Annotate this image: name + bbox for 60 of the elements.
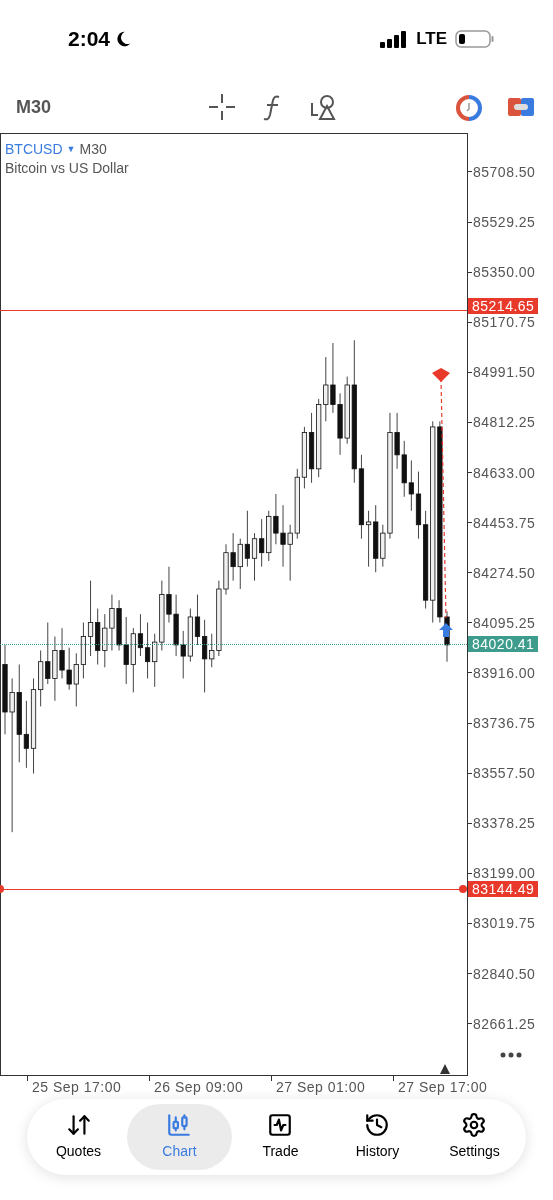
time-label: 26 Sep 09:00 [154, 1078, 244, 1097]
candlestick [259, 518, 265, 568]
network-label: LTE [416, 28, 447, 51]
price-label: 84812.25 [473, 414, 536, 431]
clock-circle-icon[interactable] [455, 94, 483, 122]
up-arrow-icon [439, 623, 453, 637]
price-label: 84274.50 [473, 564, 536, 581]
signal-icon [380, 30, 409, 48]
nav-tab[interactable]: Quotes [30, 1104, 127, 1170]
history-icon [364, 1112, 391, 1138]
nav-tab[interactable]: Settings [426, 1104, 523, 1170]
candlestick-icon [166, 1112, 193, 1138]
price-tag: 84020.41 [468, 635, 539, 652]
price-label: 82840.50 [473, 965, 536, 982]
more-icon[interactable] [500, 1052, 522, 1058]
timeframe-button[interactable]: M30 [16, 94, 51, 121]
nav-tab[interactable]: History [328, 1104, 426, 1170]
settings-icon [461, 1112, 488, 1138]
price-label: 83019.75 [473, 915, 536, 932]
nav-tab[interactable]: Chart [127, 1104, 232, 1170]
price-tag: 85214.65 [468, 298, 539, 315]
price-label: 84991.50 [473, 364, 536, 381]
candlestick [144, 622, 151, 679]
price-label: 82661.25 [473, 1015, 536, 1032]
time-label: 27 Sep 17:00 [398, 1078, 488, 1097]
candlestick [365, 510, 372, 568]
candlestick [408, 459, 414, 512]
price-label: 85708.50 [473, 164, 536, 180]
line-chart-icon [267, 1112, 294, 1138]
price-label: 85529.25 [473, 214, 536, 231]
crosshair-icon[interactable] [208, 93, 236, 121]
price-label: 85350.00 [473, 264, 536, 281]
time-label: 27 Sep 01:00 [276, 1078, 366, 1097]
arrows-icon [65, 1112, 92, 1138]
candlestick [194, 594, 201, 646]
price-label: 84453.75 [473, 514, 536, 531]
candlestick [244, 510, 250, 568]
candlestick [137, 613, 144, 657]
candlestick [23, 700, 29, 769]
price-label: 83199.00 [473, 865, 536, 882]
toggle-icon[interactable] [508, 96, 534, 118]
price-label: 84633.00 [473, 464, 536, 481]
time-label: 25 Sep 17:00 [32, 1078, 122, 1097]
status-time: 2:04 [68, 26, 111, 53]
nav-tab[interactable]: Trade [231, 1104, 329, 1170]
candlestick [87, 580, 94, 657]
price-label: 84095.25 [473, 614, 536, 631]
price-label: 85170.75 [473, 314, 536, 331]
candlestick [251, 532, 258, 582]
price-label: 83557.50 [473, 765, 536, 782]
price-label: 83378.25 [473, 815, 536, 832]
shapes-icon[interactable] [310, 93, 338, 121]
symbol-button[interactable]: BTCUSD ▼ [5, 139, 76, 160]
price-tag: 83144.49 [468, 881, 539, 898]
candlestick [202, 619, 208, 693]
symbol-description: Bitcoin vs US Dollar [5, 159, 129, 178]
chart-timeframe: M30 [79, 140, 107, 159]
battery-icon [455, 30, 495, 48]
price-label: 83736.75 [473, 715, 536, 732]
price-label: 83916.00 [473, 664, 536, 681]
